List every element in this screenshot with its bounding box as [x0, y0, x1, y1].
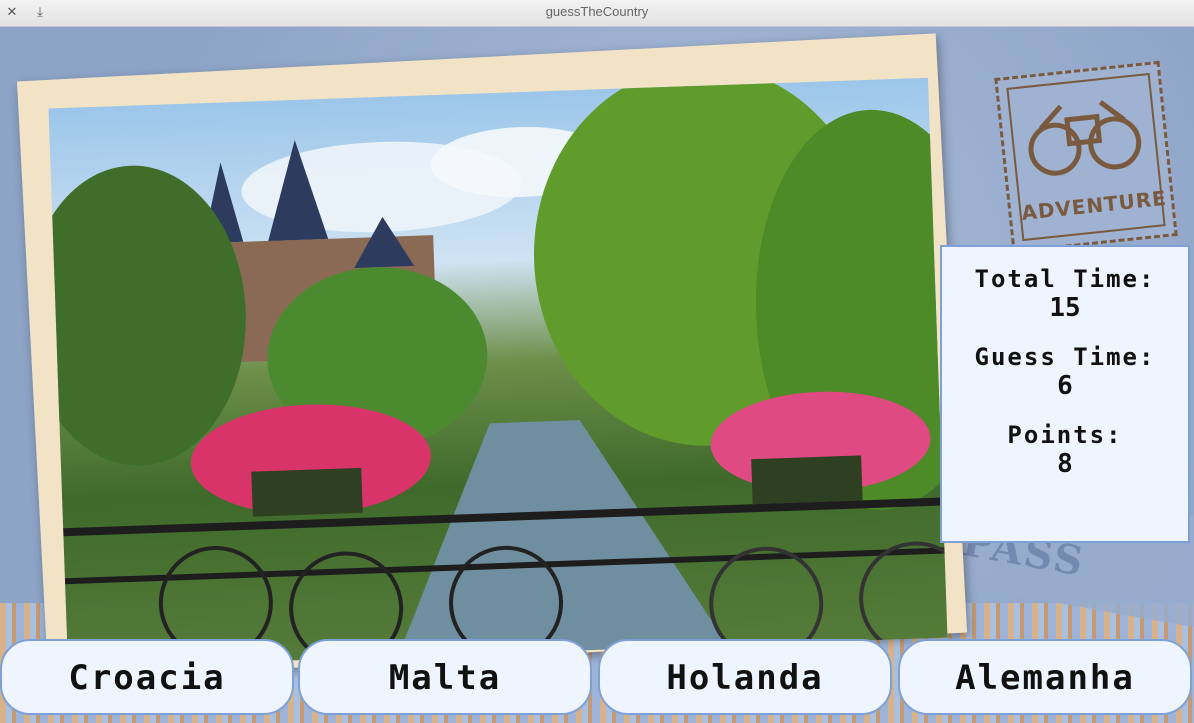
country-photo: [48, 77, 948, 669]
guess-time-group: Guess Time: 6: [942, 343, 1188, 401]
game-scene: PASS ADVENTURE Total Time: 15 Guess Time…: [0, 27, 1194, 723]
stamp-border: ADVENTURE: [1006, 72, 1168, 242]
binoculars-icon: [1028, 100, 1142, 176]
total-time-label: Total Time:: [974, 265, 1156, 293]
points-label: Points:: [1007, 421, 1123, 449]
answer-button-malta[interactable]: Malta: [298, 639, 592, 715]
answer-button-holanda[interactable]: Holanda: [598, 639, 892, 715]
guess-time-value: 6: [1057, 371, 1073, 401]
answer-buttons: Croacia Malta Holanda Alemanha: [0, 639, 1194, 717]
total-time-value: 15: [1049, 293, 1081, 323]
window-titlebar: ✕ ⤓ guessTheCountry: [0, 0, 1194, 27]
score-panel: Total Time: 15 Guess Time: 6 Points: 8: [940, 245, 1190, 543]
canal-scene-illustration: [48, 77, 948, 666]
window-title: guessTheCountry: [545, 4, 649, 19]
answer-button-croacia[interactable]: Croacia: [0, 639, 294, 715]
answer-button-alemanha[interactable]: Alemanha: [898, 639, 1192, 715]
adventure-stamp: ADVENTURE: [994, 60, 1178, 254]
guess-time-label: Guess Time:: [974, 343, 1156, 371]
points-group: Points: 8: [942, 421, 1188, 479]
points-value: 8: [1057, 449, 1073, 479]
total-time-group: Total Time: 15: [942, 265, 1188, 323]
